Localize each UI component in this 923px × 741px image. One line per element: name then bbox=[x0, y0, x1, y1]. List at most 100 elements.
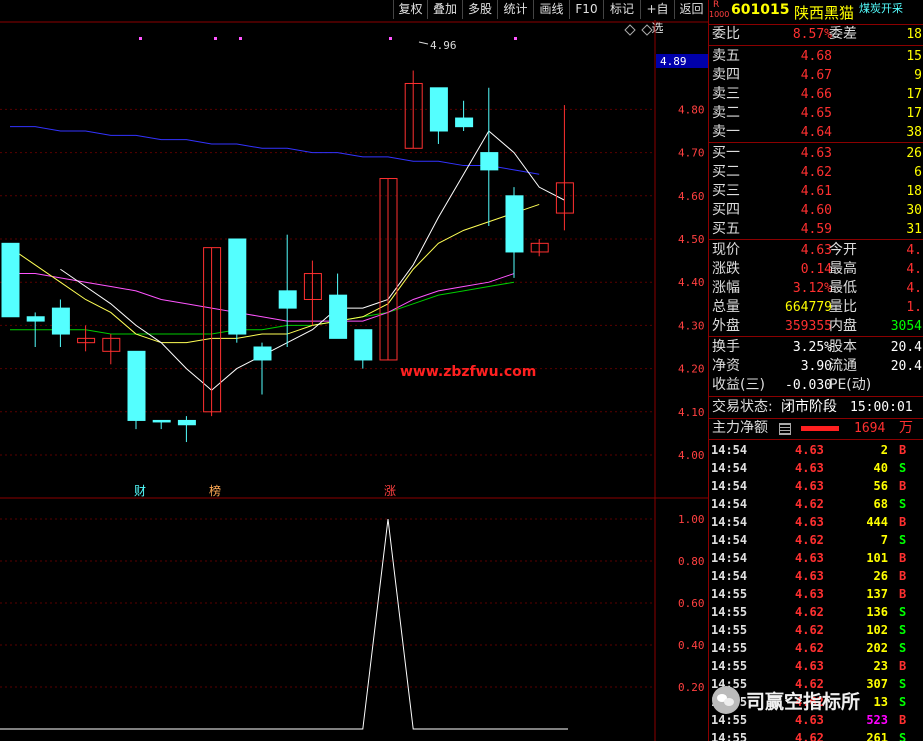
main-net-label: 主力净额 bbox=[712, 420, 768, 436]
sell-level-row[interactable]: 卖五 4.68 15 bbox=[709, 47, 923, 66]
signal-dot bbox=[389, 37, 392, 40]
high-pointer bbox=[418, 41, 429, 45]
watermark-text: www.zbzfwu.com bbox=[400, 364, 536, 380]
buy-level-row[interactable]: 买四 4.60 30 bbox=[709, 201, 923, 220]
indicator-axis-label: 0.80 bbox=[678, 555, 705, 568]
price-axis-label: 4.40 bbox=[678, 276, 705, 289]
buy-level-row[interactable]: 买五 4.59 31 bbox=[709, 220, 923, 239]
toolbar-button[interactable]: 标记 bbox=[603, 0, 640, 19]
stat-row: 收益(三) -0.030 PE(动) bbox=[709, 376, 923, 395]
tick-time: 14:55 bbox=[711, 731, 748, 741]
candle-body bbox=[480, 152, 499, 171]
sell-level-label: 卖二 bbox=[712, 105, 740, 121]
sell-level-row[interactable]: 卖四 4.67 9 bbox=[709, 66, 923, 85]
badge-num: 1000 bbox=[709, 10, 730, 19]
tick-direction: B bbox=[899, 587, 907, 601]
stat-label: 股本 bbox=[829, 339, 857, 355]
diamond-icon bbox=[624, 24, 636, 36]
tick-price: 4.63 bbox=[795, 569, 824, 583]
buy-level-row[interactable]: 买二 4.62 6 bbox=[709, 163, 923, 182]
toolbar-button[interactable]: F10 bbox=[569, 0, 603, 19]
candle-body bbox=[329, 294, 348, 339]
tick-volume: 137 bbox=[866, 587, 888, 601]
tick-direction: B bbox=[899, 443, 907, 457]
stat-label: 现价 bbox=[712, 242, 740, 258]
tick-row: 14:55 4.62 102 S bbox=[709, 621, 923, 639]
stat-row: 现价 4.63 今开 4. bbox=[709, 241, 923, 260]
price-axis-label: 4.80 bbox=[678, 103, 705, 116]
sell-level-label: 卖四 bbox=[712, 67, 740, 83]
tick-time: 14:55 bbox=[711, 659, 748, 673]
tick-direction: B bbox=[899, 515, 907, 529]
sell-level-price: 4.64 bbox=[800, 125, 832, 140]
price-axis-label: 4.50 bbox=[678, 233, 705, 246]
high-annotation: 4.96 bbox=[430, 39, 457, 52]
ma20-line bbox=[10, 273, 515, 322]
tick-row: 14:55 4.62 261 S bbox=[709, 729, 923, 741]
tick-time: 14:55 bbox=[711, 623, 748, 637]
separator bbox=[709, 439, 923, 440]
weibi-label: 委比 bbox=[712, 26, 740, 42]
buy-level-label: 买五 bbox=[712, 221, 740, 237]
sell-level-volume: 17 bbox=[906, 87, 922, 102]
stat-row: 总量 664779 量比 1. bbox=[709, 298, 923, 317]
quote-panel: R 1000 601015 陕西黑猫 煤炭开采 委比 8.57% 委差 18 卖五 4.68 15 卖四… bbox=[708, 0, 923, 741]
weibi-value: 8.57% bbox=[792, 27, 832, 42]
stat-label: 总量 bbox=[712, 299, 740, 315]
buy-level-price: 4.61 bbox=[800, 184, 832, 199]
candle-body bbox=[1, 242, 20, 318]
toolbar-button[interactable]: 复权 bbox=[393, 0, 427, 19]
weibi-row: 委比 8.57% 委差 18 bbox=[709, 25, 923, 44]
tick-row: 14:55 4.63 137 B bbox=[709, 585, 923, 603]
tick-price: 4.63 bbox=[795, 587, 824, 601]
sell-level-row[interactable]: 卖一 4.64 38 bbox=[709, 123, 923, 142]
sell-level-row[interactable]: 卖三 4.66 17 bbox=[709, 85, 923, 104]
candle-body bbox=[354, 329, 373, 361]
stat-value: 20.4 bbox=[890, 359, 922, 374]
toolbar-button[interactable]: 返回 bbox=[674, 0, 708, 19]
tick-price: 4.62 bbox=[795, 533, 824, 547]
tick-volume: 202 bbox=[866, 641, 888, 655]
stat-label: 净资 bbox=[712, 358, 740, 374]
price-axis-label: 4.70 bbox=[678, 147, 705, 160]
separator bbox=[709, 336, 923, 337]
stat-label: 涨幅 bbox=[712, 280, 740, 296]
main-net-row[interactable]: 主力净额 1694 万 bbox=[709, 419, 923, 438]
candle-body bbox=[228, 238, 247, 335]
chart-toolbar: 复权 叠加 多股 统计 画线 F10 标记 +自选 返回 bbox=[0, 0, 708, 35]
toolbar-button[interactable]: 多股 bbox=[462, 0, 497, 19]
buy-level-volume: 6 bbox=[914, 165, 922, 180]
tick-volume: 23 bbox=[873, 659, 888, 673]
tick-price: 4.63 bbox=[795, 479, 824, 493]
stat-value: 3.90 bbox=[800, 359, 832, 374]
toolbar-button[interactable]: 统计 bbox=[497, 0, 533, 19]
tick-volume: 40 bbox=[873, 461, 888, 475]
toolbar-button[interactable]: 画线 bbox=[533, 0, 569, 19]
buy-level-label: 买三 bbox=[712, 183, 740, 199]
stock-header[interactable]: R 1000 601015 陕西黑猫 煤炭开采 bbox=[709, 0, 923, 22]
buy-level-row[interactable]: 买一 4.63 26 bbox=[709, 144, 923, 163]
badge-r: R bbox=[713, 0, 720, 10]
tick-row: 14:54 4.63 2 B bbox=[709, 441, 923, 459]
price-axis-label: 4.10 bbox=[678, 406, 705, 419]
toolbar-button[interactable]: +自选 bbox=[640, 0, 674, 35]
tick-price: 4.62 bbox=[795, 497, 824, 511]
ma10-line bbox=[9, 203, 540, 344]
buy-level-price: 4.62 bbox=[800, 165, 832, 180]
tick-direction: B bbox=[899, 551, 907, 565]
sell-level-price: 4.65 bbox=[800, 106, 832, 121]
list-icon[interactable] bbox=[779, 423, 791, 435]
price-axis-label: 4.00 bbox=[678, 449, 705, 462]
sector-tag: 煤炭开采 bbox=[859, 2, 903, 15]
status-label: 交易状态: bbox=[712, 399, 773, 415]
kline-chart[interactable]: 4.80 4.70 4.60 4.50 4.40 4.30 4.20 4.10 4.00 4.89… bbox=[0, 20, 708, 741]
weicha-value: 18 bbox=[906, 27, 922, 42]
stat-label: 流通 bbox=[829, 358, 857, 374]
price-axis-label: 4.20 bbox=[678, 363, 705, 376]
buy-level-row[interactable]: 买三 4.61 18 bbox=[709, 182, 923, 201]
stock-name: 陕西黑猫 bbox=[794, 4, 855, 22]
tick-price: 4.63 bbox=[795, 443, 824, 457]
brand-text: 司赢空指标所 bbox=[746, 690, 861, 713]
sell-level-row[interactable]: 卖二 4.65 17 bbox=[709, 104, 923, 123]
toolbar-button[interactable]: 叠加 bbox=[427, 0, 462, 19]
